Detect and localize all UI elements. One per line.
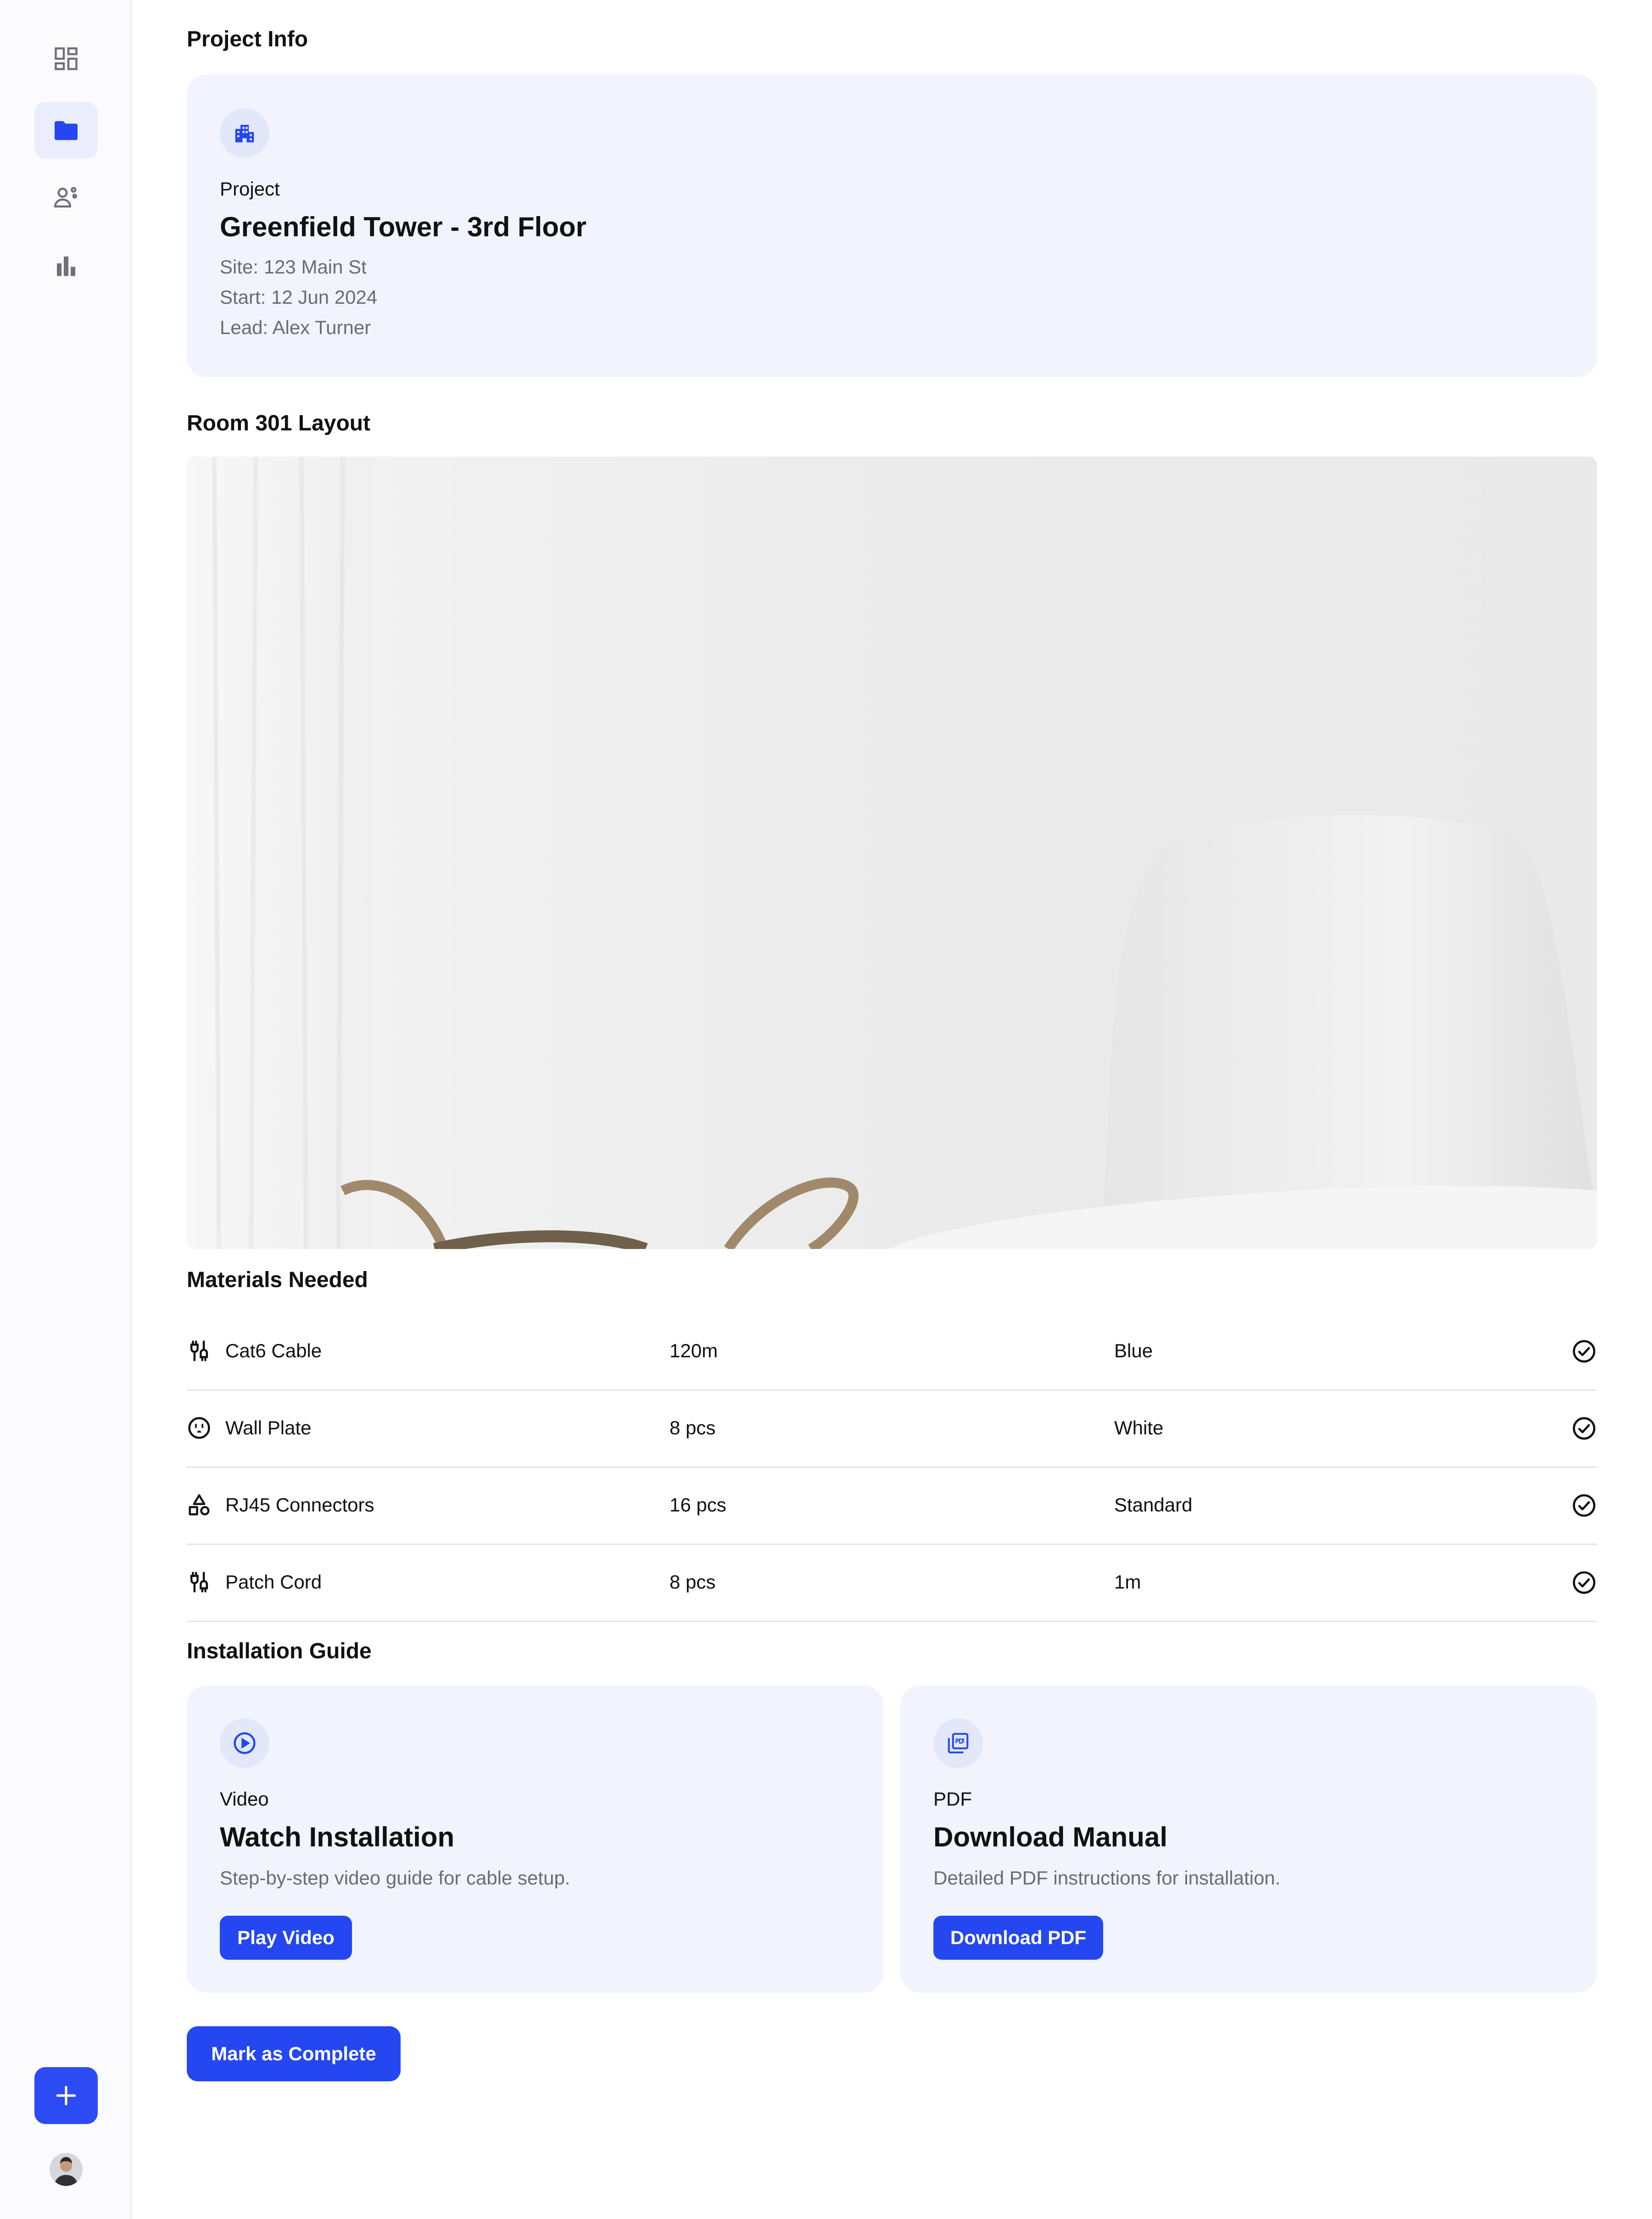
material-row[interactable]: Patch Cord 8 pcs 1m [187,1545,1597,1622]
outlet-icon [188,1417,210,1439]
material-quantity: 16 pcs [670,1494,726,1516]
play-video-button[interactable]: Play Video [220,1916,352,1960]
project-title: Greenfield Tower - 3rd Floor [220,212,586,242]
shapes-icon [189,1494,210,1516]
pdf-kicker: PDF [933,1788,972,1810]
material-quantity: 120m [670,1340,718,1361]
sidebar-item-team[interactable] [34,169,98,226]
building-icon [235,125,254,143]
check-circle-icon[interactable] [1571,1338,1597,1364]
team-icon [54,187,77,208]
video-guide-card: Video Watch Installation Step-by-step vi… [187,1685,883,1993]
materials-heading: Materials Needed [187,1268,368,1292]
material-row[interactable]: Cat6 Cable 120m Blue [187,1314,1597,1391]
project-kicker: Project [220,178,280,200]
avatar[interactable] [50,2153,83,2186]
video-icon-badge [220,1718,269,1768]
material-name: Cat6 Cable [225,1340,322,1361]
play-circle-icon [234,1732,256,1754]
plus-icon [56,2085,76,2106]
material-quantity: 8 pcs [670,1417,716,1438]
video-kicker: Video [220,1788,269,1810]
sidebar [0,0,132,2219]
room-layout-image [187,457,1597,1249]
installation-guide-heading: Installation Guide [187,1639,372,1663]
project-start-date: Start: 12 Jun 2024 [220,286,378,308]
cable-icon [190,1340,208,1361]
sidebar-item-reports[interactable] [34,237,98,294]
material-spec: 1m [1114,1571,1141,1593]
user-avatar-image [50,2153,83,2186]
pdf-icon-badge [933,1718,983,1768]
video-title: Watch Installation [220,1822,455,1852]
project-card: Project Greenfield Tower - 3rd Floor Sit… [187,74,1597,377]
mark-complete-button[interactable]: Mark as Complete [187,2026,401,2081]
material-row[interactable]: Wall Plate 8 pcs White [187,1391,1597,1468]
sidebar-item-dashboard[interactable] [34,30,98,87]
project-lead: Lead: Alex Turner [220,317,371,338]
pdf-description: Detailed PDF instructions for installati… [933,1867,1281,1889]
check-circle-icon[interactable] [1571,1570,1597,1595]
material-name: Wall Plate [225,1417,312,1438]
material-name: Patch Cord [225,1571,322,1593]
material-spec: Blue [1114,1340,1153,1361]
material-spec: White [1114,1417,1164,1438]
check-circle-icon[interactable] [1571,1416,1597,1441]
folder-icon [55,121,78,140]
material-spec: Standard [1114,1494,1193,1516]
add-button[interactable] [34,2067,98,2124]
material-quantity: 8 pcs [670,1571,716,1593]
pdf-title: Download Manual [933,1822,1167,1852]
project-info-heading: Project Info [187,27,308,51]
bar-chart-icon [57,256,75,276]
check-circle-icon[interactable] [1571,1493,1597,1518]
material-row[interactable]: RJ45 Connectors 16 pcs Standard [187,1468,1597,1545]
sidebar-item-projects[interactable] [34,102,98,159]
pdf-guide-card: PDF Download Manual Detailed PDF instruc… [900,1685,1597,1993]
room-layout-heading: Room 301 Layout [187,411,371,435]
cable-icon [190,1572,208,1593]
pdf-file-icon [948,1733,969,1754]
dashboard-icon [55,47,78,70]
video-description: Step-by-step video guide for cable setup… [220,1867,570,1889]
project-icon-badge [220,108,269,158]
material-name: RJ45 Connectors [225,1494,374,1516]
project-site: Site: 123 Main St [220,256,367,278]
download-pdf-button[interactable]: Download PDF [933,1916,1103,1960]
